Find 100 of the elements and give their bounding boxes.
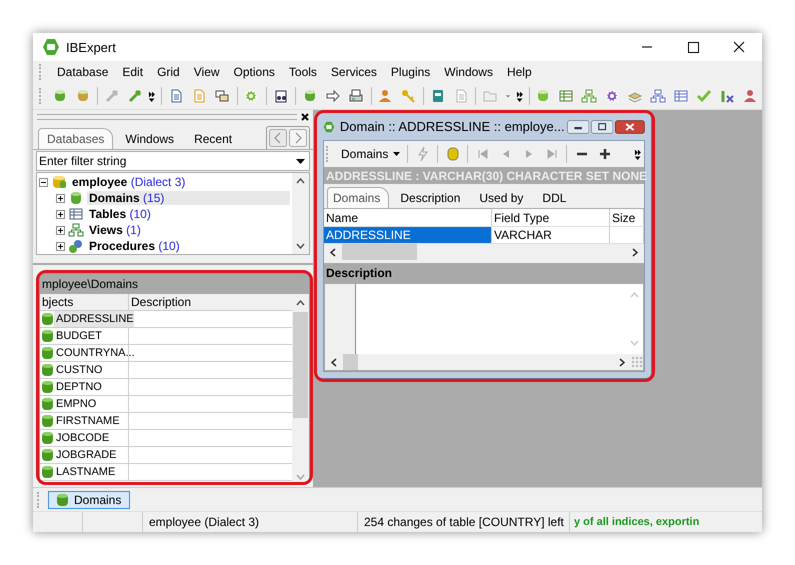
key-icon[interactable] <box>400 88 416 104</box>
scroll-up-icon[interactable] <box>296 178 305 184</box>
taskbar-button[interactable]: Domains <box>48 490 130 508</box>
tree-item[interactable]: Domains (15) <box>87 191 290 205</box>
scrollbar[interactable] <box>292 173 309 254</box>
new-function-icon[interactable] <box>673 88 690 104</box>
menu-item[interactable]: Options <box>226 65 282 79</box>
tab[interactable]: Used by <box>474 188 532 208</box>
scroll-left-icon[interactable] <box>331 358 337 366</box>
windows-icon[interactable] <box>214 88 230 104</box>
table-cell[interactable]: EMPNO <box>54 396 128 412</box>
table-cell[interactable]: DEPTNO <box>54 379 128 395</box>
printer-icon[interactable] <box>348 88 364 104</box>
column-header[interactable]: bjects <box>40 294 129 310</box>
expand-icon[interactable] <box>56 210 65 218</box>
menu-item[interactable]: Help <box>500 65 539 79</box>
menu-item[interactable]: Grid <box>150 65 187 79</box>
new-table-icon[interactable] <box>558 88 574 104</box>
scroll-right-icon[interactable] <box>619 358 625 366</box>
app-logo-icon <box>42 38 60 56</box>
scroll-left-icon[interactable] <box>330 248 336 256</box>
minimize-button[interactable] <box>566 118 589 136</box>
filter-field[interactable]: Enter filter string <box>36 151 310 171</box>
column-header[interactable]: Field Type <box>492 209 610 226</box>
column-header[interactable]: Size <box>610 209 644 226</box>
new-role-icon[interactable] <box>742 88 758 104</box>
table-cell[interactable]: JOBCODE <box>54 430 128 446</box>
domain-icon <box>42 414 54 428</box>
table-cell[interactable]: LASTNAME <box>54 464 128 480</box>
scroll-thumb[interactable] <box>293 312 308 418</box>
database-icon[interactable] <box>444 146 461 162</box>
close-icon[interactable] <box>301 113 309 121</box>
table-cell[interactable]: ADDRESSLINE <box>54 311 134 327</box>
status-text: employee (Dialect 3) <box>143 512 358 532</box>
column-header[interactable]: Description <box>129 295 192 309</box>
close-button[interactable] <box>615 118 645 136</box>
status-text: y of all indices, exportin <box>573 515 700 530</box>
domain-icon <box>57 492 69 506</box>
table-cell[interactable]: CUSTNO <box>54 362 128 378</box>
expand-icon[interactable] <box>56 242 65 250</box>
section-header: Description <box>324 263 644 283</box>
size-grip-icon[interactable] <box>631 356 643 368</box>
forward-button[interactable] <box>289 129 307 147</box>
menu-item[interactable]: Database <box>50 65 116 79</box>
tab[interactable]: Databases <box>38 128 114 149</box>
expand-icon[interactable] <box>56 194 65 202</box>
collapse-icon[interactable] <box>39 178 48 186</box>
menu-item[interactable]: Services <box>324 65 384 79</box>
domain-icon <box>42 346 54 360</box>
path-bar: mployee\Domains <box>40 274 309 294</box>
database-icon <box>51 174 67 190</box>
domain-icon <box>42 363 54 377</box>
tree-item[interactable]: employee (Dialect 3) <box>70 175 290 189</box>
scrollbar[interactable] <box>324 244 644 260</box>
column-header[interactable]: Name <box>324 209 492 226</box>
new-view-icon[interactable] <box>581 88 598 104</box>
tab[interactable]: Domains <box>327 187 390 208</box>
menu-item[interactable]: Windows <box>437 65 500 79</box>
table-cell[interactable]: BUDGET <box>54 328 128 344</box>
scroll-down-icon[interactable] <box>296 243 305 249</box>
new-check-icon[interactable] <box>696 88 712 104</box>
menu-item[interactable]: Edit <box>115 65 150 79</box>
table-cell[interactable]: COUNTRYNA... <box>54 345 135 361</box>
domain-icon <box>42 329 54 343</box>
dropdown-arrow-icon[interactable] <box>296 159 305 164</box>
domain-icon <box>42 431 54 445</box>
tab[interactable]: Description <box>395 188 468 208</box>
menu-button[interactable]: Domains <box>337 147 404 161</box>
menu-item[interactable]: Tools <box>282 65 324 79</box>
table-cell[interactable]: ADDRESSLINE <box>324 227 492 243</box>
scroll-thumb[interactable] <box>342 244 417 260</box>
tree-item[interactable]: Views (1) <box>87 223 290 237</box>
menu-item[interactable]: Plugins <box>384 65 438 79</box>
app-logo-icon <box>323 118 335 134</box>
expand-icon[interactable] <box>56 226 65 234</box>
maximize-button[interactable] <box>590 118 614 136</box>
scroll-up-icon[interactable] <box>296 300 305 306</box>
procedure-icon <box>68 238 84 254</box>
scroll-right-icon[interactable] <box>632 248 638 256</box>
gear-icon[interactable] <box>243 88 260 104</box>
new-procedure-icon[interactable] <box>604 88 620 104</box>
tab[interactable]: Windows <box>117 129 182 149</box>
new-index-icon[interactable] <box>719 88 736 104</box>
scroll-thumb[interactable] <box>343 354 358 370</box>
menu-item[interactable]: View <box>186 65 227 79</box>
window-title: IBExpert <box>66 40 117 54</box>
domain-icon <box>68 190 84 206</box>
window-title: Domain :: ADDRESSLINE :: employe... <box>340 119 565 134</box>
tree-item[interactable]: Tables (10) <box>87 207 290 221</box>
back-button[interactable] <box>269 129 287 147</box>
tab[interactable]: DDL <box>537 188 574 208</box>
tab[interactable]: Recent <box>186 129 240 149</box>
new-exception-icon[interactable] <box>650 88 666 104</box>
table-cell[interactable]: JOBGRADE <box>54 447 128 463</box>
plug-icon[interactable] <box>104 88 120 104</box>
scrollbar[interactable] <box>292 294 309 482</box>
export-icon[interactable] <box>325 88 342 104</box>
tree-item[interactable]: Procedures (10) <box>87 239 290 253</box>
table-cell[interactable]: FIRSTNAME <box>54 413 128 429</box>
table-icon <box>68 206 84 222</box>
